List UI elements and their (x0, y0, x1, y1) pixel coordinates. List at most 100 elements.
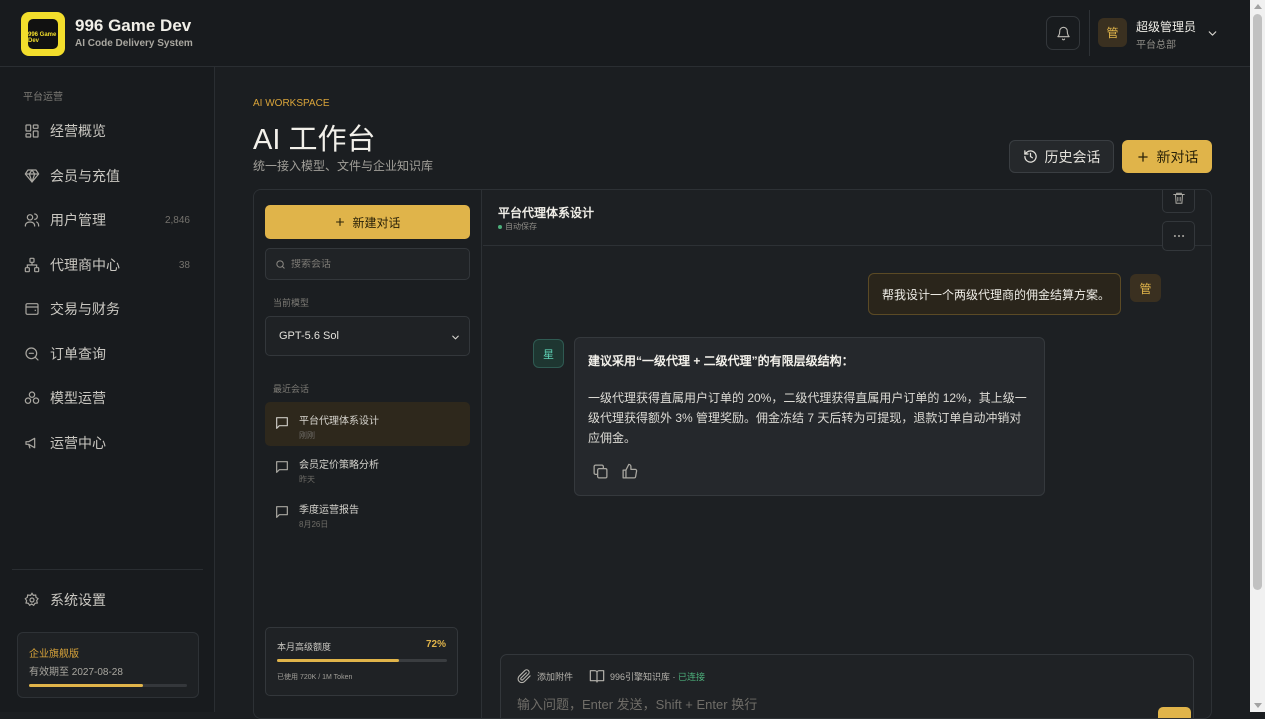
page-scrollbar[interactable] (1250, 0, 1265, 712)
user-name[interactable]: 超级管理员 (1136, 18, 1196, 35)
conversation-item[interactable]: 平台代理体系设计 刚刚 (265, 402, 470, 446)
ai-message-actions (592, 463, 638, 480)
conversation-title: 平台代理体系设计 (299, 416, 379, 427)
plan-progress (29, 684, 187, 687)
ai-message-body: 一级代理获得直属用户订单的 20%，二级代理获得直属用户订单的 12%，其上级一… (588, 391, 1027, 445)
grid-icon (25, 124, 39, 138)
plan-progress-fill (29, 684, 143, 687)
search-icon (276, 259, 285, 269)
sidebar-item-orders[interactable]: 订单查询 (12, 336, 202, 372)
plan-card: 企业旗舰版 有效期至 2027-08-28 (17, 632, 199, 698)
sidebar-item-label: 模型运营 (50, 390, 106, 406)
copy-icon[interactable] (592, 463, 609, 480)
user-avatar[interactable]: 管 (1098, 18, 1127, 47)
model-label: 当前模型 (273, 298, 310, 308)
sidebar-item-users[interactable]: 用户管理 2,846 (12, 202, 202, 238)
conversation-search (265, 248, 470, 280)
chat-title: 平台代理体系设计 (498, 206, 595, 220)
quota-percent: 72% (425, 639, 446, 650)
conversation-item[interactable]: 季度运营报告 8月26日 (265, 491, 470, 535)
notifications-button[interactable] (1046, 16, 1080, 50)
chat-bubble-icon (276, 506, 288, 518)
message-input[interactable] (517, 697, 1117, 712)
sidebar-item-membership[interactable]: 会员与充值 (12, 158, 202, 194)
new-conversation-label: 新对话 (1156, 148, 1199, 165)
new-chat-button[interactable]: 新建对话 (265, 205, 470, 239)
chevron-down-icon (1208, 31, 1217, 36)
plan-title: 企业旗舰版 (29, 649, 79, 660)
history-icon (1023, 150, 1037, 163)
book-icon (589, 670, 605, 683)
header-divider (1089, 10, 1090, 56)
conversation-title: 会员定价策略分析 (299, 460, 379, 471)
chat-header: 平台代理体系设计 自动保存 (483, 190, 1211, 251)
sidebar-divider (12, 569, 203, 570)
top-bar: 996 Game Dev 996 Game Dev AI Code Delive… (0, 0, 1250, 67)
sidebar-item-label: 会员与充值 (50, 168, 120, 184)
knowledge-base-label: 996引擎知识库 · (610, 671, 679, 682)
sidebar: 平台运营 经营概览 会员与充值 用户管理 2,846 代理商中心 38 交易与财… (0, 67, 215, 712)
user-message: 帮我设计一个两级代理商的佣金结算方案。 (868, 273, 1121, 315)
sidebar-item-label: 系统设置 (50, 592, 106, 608)
cubes-icon (24, 391, 40, 404)
conversation-date: 8月26日 (299, 520, 329, 529)
chat-status: 自动保存 (498, 221, 537, 232)
trash-icon (1172, 192, 1185, 204)
chat-status-text: 自动保存 (505, 222, 537, 231)
delete-chat-button[interactable] (1162, 190, 1195, 213)
sidebar-item-count: 38 (178, 259, 190, 271)
scrollbar-thumb[interactable] (1253, 14, 1262, 590)
model-select[interactable]: GPT-5.6 Sol (265, 316, 470, 356)
users-icon (24, 213, 40, 227)
history-button[interactable]: 历史会话 (1009, 140, 1114, 173)
sidebar-item-label: 订单查询 (50, 346, 106, 362)
ai-message: 建议采用“一级代理 + 二级代理”的有限层级结构： 一级代理获得直属用户订单的 … (574, 337, 1045, 496)
quota-card: 本月高级额度 72% 已使用 720K / 1M Token (265, 627, 458, 696)
wallet-icon (25, 303, 39, 315)
knowledge-base-button[interactable]: 996引擎知识库 · 已连接 (589, 668, 705, 684)
search-input[interactable] (291, 258, 461, 270)
page-title: AI 工作台 (253, 124, 376, 156)
sidebar-item-label: 用户管理 (50, 212, 106, 228)
sidebar-item-finance[interactable]: 交易与财务 (12, 291, 202, 327)
new-conversation-button[interactable]: 新对话 (1122, 140, 1212, 173)
attach-label: 添加附件 (537, 671, 574, 682)
more-options-button[interactable] (1162, 221, 1195, 251)
page-eyebrow: AI WORKSPACE (253, 98, 330, 109)
chevron-down-icon (452, 335, 459, 340)
new-chat-label: 新建对话 (352, 215, 401, 230)
workspace-panel: 新建对话 当前模型 GPT-5.6 Sol 最近会话 平台代理体系设计刚刚 会员… (253, 189, 1212, 719)
attach-button[interactable]: 添加附件 (517, 668, 574, 684)
chat-bubble-icon (276, 461, 288, 473)
send-button[interactable] (1158, 707, 1191, 718)
logo-mark: 996 Game Dev (28, 19, 58, 49)
model-select-value: GPT-5.6 Sol (279, 330, 339, 342)
hierarchy-icon (24, 257, 40, 273)
sidebar-item-agents[interactable]: 代理商中心 38 (12, 247, 202, 283)
chat-input-box: 添加附件 996引擎知识库 · 已连接 (500, 654, 1194, 718)
ai-message-heading: 建议采用“一级代理 + 二级代理”的有限层级结构： (588, 354, 854, 368)
plan-expiry: 有效期至 2027-08-28 (29, 667, 123, 678)
sidebar-item-operations[interactable]: 运营中心 (12, 425, 202, 461)
diamond-icon (24, 169, 40, 183)
sidebar-item-models[interactable]: 模型运营 (12, 380, 202, 416)
conversation-date: 刚刚 (299, 431, 315, 440)
scroll-up-arrow-icon[interactable] (1254, 4, 1262, 9)
sidebar-section-label: 平台运营 (23, 92, 63, 103)
conversation-item[interactable]: 会员定价策略分析 昨天 (265, 446, 470, 490)
thumbs-up-icon[interactable] (621, 463, 638, 480)
sidebar-item-settings[interactable]: 系统设置 (12, 582, 202, 618)
brand-title: 996 Game Dev (75, 16, 192, 35)
quota-progress (277, 659, 447, 662)
sidebar-item-overview[interactable]: 经营概览 (12, 113, 202, 149)
user-menu-toggle[interactable] (1206, 27, 1219, 40)
bell-icon (1056, 26, 1070, 40)
sidebar-item-label: 代理商中心 (50, 257, 120, 273)
page-subtitle: 统一接入模型、文件与企业知识库 (253, 159, 434, 173)
brand-subtitle: AI Code Delivery System (75, 38, 193, 49)
brand-logo[interactable]: 996 Game Dev (21, 12, 65, 56)
input-toolbar: 添加附件 996引擎知识库 · 已连接 (517, 668, 721, 684)
quota-progress-fill (277, 659, 400, 662)
conversation-list: 新建对话 当前模型 GPT-5.6 Sol 最近会话 平台代理体系设计刚刚 会员… (254, 190, 482, 718)
scroll-down-arrow-icon[interactable] (1254, 703, 1262, 708)
